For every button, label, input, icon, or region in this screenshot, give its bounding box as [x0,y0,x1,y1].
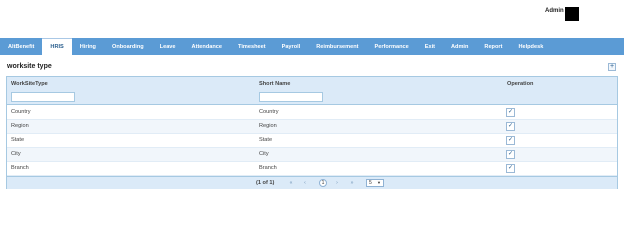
tab-performance[interactable]: Performance [367,38,417,55]
last-page-icon[interactable]: » [347,179,357,187]
table-row: City City ✓ [7,148,617,162]
short-name-filter-input[interactable] [259,92,323,102]
worksite-type-cell: City [11,151,21,157]
admin-label[interactable]: Admin [545,8,564,14]
worksite-type-cell: Region [11,123,29,129]
top-bar: Admin [0,0,624,38]
worksite-type-cell: Country [11,109,31,115]
worksite-type-cell: State [11,137,25,143]
tab-reimbursement[interactable]: Reimbursement [308,38,366,55]
short-name-cell: City [259,151,269,157]
page-info: (1 of 1) [256,180,275,186]
page-title: worksite type [7,63,52,70]
column-header-short-name[interactable]: Short Name [259,81,290,87]
worksite-type-filter-input[interactable] [11,92,75,102]
rows-per-page-select[interactable]: 5 ▼ [366,179,384,187]
column-header-operation: Operation [507,81,534,87]
short-name-cell: State [259,137,273,143]
edit-icon[interactable]: ✓ [506,136,515,145]
tab-helpdesk[interactable]: Helpdesk [510,38,551,55]
first-page-icon[interactable]: « [286,179,296,187]
chevron-down-icon: ▼ [377,180,381,185]
table-header: WorkSiteType Short Name Operation [7,77,617,105]
tab-payroll[interactable]: Payroll [274,38,309,55]
tab-onboarding[interactable]: Onboarding [104,38,152,55]
table-row: Branch Branch ✓ [7,162,617,176]
column-header-worksite-type[interactable]: WorkSiteType [11,81,48,87]
edit-icon[interactable]: ✓ [506,122,515,131]
worksite-type-table: WorkSiteType Short Name Operation Countr… [6,76,618,189]
edit-icon[interactable]: ✓ [506,164,515,173]
tab-leave[interactable]: Leave [152,38,184,55]
page-number-button[interactable]: 1 [319,179,327,187]
tab-admin[interactable]: Admin [443,38,476,55]
tab-timesheet[interactable]: Timesheet [230,38,274,55]
paginator: (1 of 1) « ‹ 1 › » 5 ▼ [7,176,617,189]
tab-exit[interactable]: Exit [417,38,443,55]
table-row: State State ✓ [7,134,617,148]
tab-report[interactable]: Report [476,38,510,55]
avatar[interactable] [565,7,579,21]
tab-attendance[interactable]: Attendance [184,38,230,55]
next-page-icon[interactable]: › [332,179,342,187]
worksite-type-cell: Branch [11,165,29,171]
tab-altbenefit[interactable]: AltBenefit [0,38,42,55]
prev-page-icon[interactable]: ‹ [300,179,310,187]
rows-per-page-value: 5 [369,180,372,186]
short-name-cell: Country [259,109,279,115]
short-name-cell: Region [259,123,277,129]
add-button[interactable]: + [608,63,616,71]
table-row: Country Country ✓ [7,106,617,120]
edit-icon[interactable]: ✓ [506,150,515,159]
edit-icon[interactable]: ✓ [506,108,515,117]
short-name-cell: Branch [259,165,277,171]
main-nav: AltBenefit HRIS Hiring Onboarding Leave … [0,38,624,55]
tab-hris[interactable]: HRIS [42,38,72,55]
tab-hiring[interactable]: Hiring [72,38,104,55]
table-row: Region Region ✓ [7,120,617,134]
